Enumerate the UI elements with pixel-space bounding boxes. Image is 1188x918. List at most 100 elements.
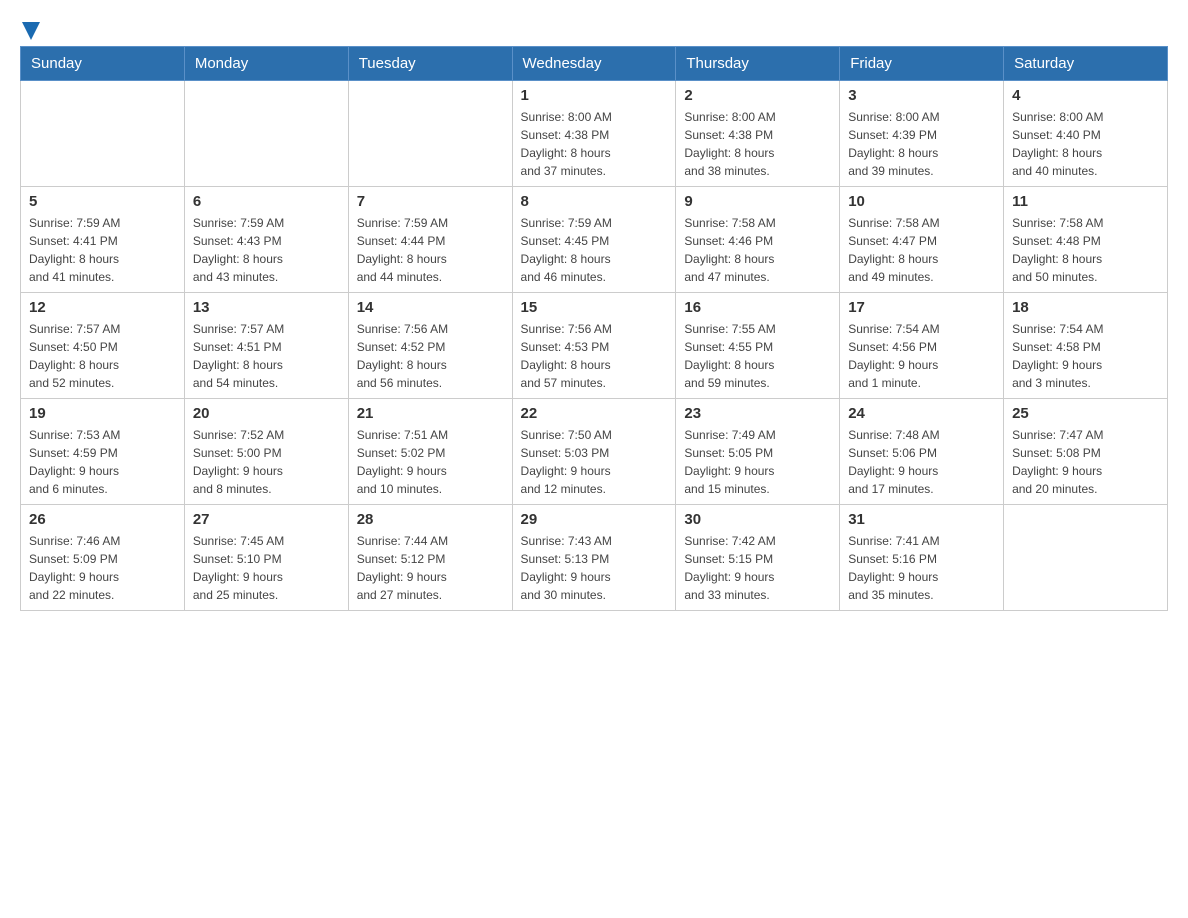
day-of-week-header: Saturday bbox=[1004, 47, 1168, 81]
day-info: Sunrise: 7:41 AM Sunset: 5:16 PM Dayligh… bbox=[848, 532, 995, 604]
day-info: Sunrise: 7:57 AM Sunset: 4:51 PM Dayligh… bbox=[193, 320, 340, 392]
calendar-week-row: 26 Sunrise: 7:46 AM Sunset: 5:09 PM Dayli… bbox=[21, 505, 1168, 611]
calendar-cell: 26 Sunrise: 7:46 AM Sunset: 5:09 PM Dayli… bbox=[21, 505, 185, 611]
calendar-week-row: 12 Sunrise: 7:57 AM Sunset: 4:50 PM Dayli… bbox=[21, 293, 1168, 399]
day-number: 27 bbox=[193, 511, 340, 528]
calendar-cell bbox=[1004, 505, 1168, 611]
day-info: Sunrise: 7:49 AM Sunset: 5:05 PM Dayligh… bbox=[684, 426, 831, 498]
day-number: 14 bbox=[357, 299, 504, 316]
day-number: 8 bbox=[521, 193, 668, 210]
calendar-cell: 24 Sunrise: 7:48 AM Sunset: 5:06 PM Dayli… bbox=[840, 399, 1004, 505]
day-info: Sunrise: 8:00 AM Sunset: 4:38 PM Dayligh… bbox=[684, 108, 831, 180]
day-info: Sunrise: 7:58 AM Sunset: 4:47 PM Dayligh… bbox=[848, 214, 995, 286]
calendar-cell: 18Sunrise: 7:54 AM Sunset: 4:58 PM Dayli… bbox=[1004, 293, 1168, 399]
day-number: 1 bbox=[521, 87, 668, 104]
day-number: 13 bbox=[193, 299, 340, 316]
day-info: Sunrise: 7:58 AM Sunset: 4:46 PM Dayligh… bbox=[684, 214, 831, 286]
day-of-week-header: Friday bbox=[840, 47, 1004, 81]
calendar-week-row: 1 Sunrise: 8:00 AM Sunset: 4:38 PM Daylig… bbox=[21, 81, 1168, 187]
day-number: 31 bbox=[848, 511, 995, 528]
day-info: Sunrise: 7:54 AM Sunset: 4:56 PM Dayligh… bbox=[848, 320, 995, 392]
day-number: 6 bbox=[193, 193, 340, 210]
day-number: 2 bbox=[684, 87, 831, 104]
day-info: Sunrise: 7:59 AM Sunset: 4:45 PM Dayligh… bbox=[521, 214, 668, 286]
day-info: Sunrise: 7:45 AM Sunset: 5:10 PM Dayligh… bbox=[193, 532, 340, 604]
calendar-cell: 14 Sunrise: 7:56 AM Sunset: 4:52 PM Dayli… bbox=[348, 293, 512, 399]
calendar-cell: 15 Sunrise: 7:56 AM Sunset: 4:53 PM Dayli… bbox=[512, 293, 676, 399]
calendar-cell: 8 Sunrise: 7:59 AM Sunset: 4:45 PM Daylig… bbox=[512, 187, 676, 293]
calendar-cell: 21 Sunrise: 7:51 AM Sunset: 5:02 PM Dayli… bbox=[348, 399, 512, 505]
day-info: Sunrise: 7:59 AM Sunset: 4:41 PM Dayligh… bbox=[29, 214, 176, 286]
day-info: Sunrise: 7:56 AM Sunset: 4:52 PM Dayligh… bbox=[357, 320, 504, 392]
day-number: 28 bbox=[357, 511, 504, 528]
calendar-cell bbox=[184, 81, 348, 187]
day-info: Sunrise: 8:00 AM Sunset: 4:40 PM Dayligh… bbox=[1012, 108, 1159, 180]
day-number: 15 bbox=[521, 299, 668, 316]
calendar-cell: 17 Sunrise: 7:54 AM Sunset: 4:56 PM Dayli… bbox=[840, 293, 1004, 399]
calendar-cell: 31 Sunrise: 7:41 AM Sunset: 5:16 PM Dayli… bbox=[840, 505, 1004, 611]
day-number: 5 bbox=[29, 193, 176, 210]
day-info: Sunrise: 7:53 AM Sunset: 4:59 PM Dayligh… bbox=[29, 426, 176, 498]
calendar-cell: 9 Sunrise: 7:58 AM Sunset: 4:46 PM Daylig… bbox=[676, 187, 840, 293]
day-info: Sunrise: 7:46 AM Sunset: 5:09 PM Dayligh… bbox=[29, 532, 176, 604]
day-number: 19 bbox=[29, 405, 176, 422]
calendar-cell: 4 Sunrise: 8:00 AM Sunset: 4:40 PM Daylig… bbox=[1004, 81, 1168, 187]
day-of-week-header: Monday bbox=[184, 47, 348, 81]
day-info: Sunrise: 7:44 AM Sunset: 5:12 PM Dayligh… bbox=[357, 532, 504, 604]
calendar-cell: 13 Sunrise: 7:57 AM Sunset: 4:51 PM Dayli… bbox=[184, 293, 348, 399]
day-number: 21 bbox=[357, 405, 504, 422]
day-number: 12 bbox=[29, 299, 176, 316]
calendar-week-row: 5 Sunrise: 7:59 AM Sunset: 4:41 PM Daylig… bbox=[21, 187, 1168, 293]
day-of-week-header: Sunday bbox=[21, 47, 185, 81]
day-number: 4 bbox=[1012, 87, 1159, 104]
calendar-cell: 2 Sunrise: 8:00 AM Sunset: 4:38 PM Daylig… bbox=[676, 81, 840, 187]
day-info: Sunrise: 7:48 AM Sunset: 5:06 PM Dayligh… bbox=[848, 426, 995, 498]
day-number: 7 bbox=[357, 193, 504, 210]
calendar-cell: 7Sunrise: 7:59 AM Sunset: 4:44 PM Daylig… bbox=[348, 187, 512, 293]
calendar-cell: 10 Sunrise: 7:58 AM Sunset: 4:47 PM Dayli… bbox=[840, 187, 1004, 293]
day-number: 26 bbox=[29, 511, 176, 528]
day-number: 29 bbox=[521, 511, 668, 528]
page-header bbox=[20, 20, 1168, 36]
calendar-cell: 29 Sunrise: 7:43 AM Sunset: 5:13 PM Dayli… bbox=[512, 505, 676, 611]
day-of-week-header: Tuesday bbox=[348, 47, 512, 81]
day-info: Sunrise: 7:50 AM Sunset: 5:03 PM Dayligh… bbox=[521, 426, 668, 498]
calendar-cell: 20Sunrise: 7:52 AM Sunset: 5:00 PM Dayli… bbox=[184, 399, 348, 505]
calendar-cell: 12 Sunrise: 7:57 AM Sunset: 4:50 PM Dayli… bbox=[21, 293, 185, 399]
day-of-week-header: Thursday bbox=[676, 47, 840, 81]
calendar-cell: 1 Sunrise: 8:00 AM Sunset: 4:38 PM Daylig… bbox=[512, 81, 676, 187]
day-info: Sunrise: 7:43 AM Sunset: 5:13 PM Dayligh… bbox=[521, 532, 668, 604]
day-of-week-header: Wednesday bbox=[512, 47, 676, 81]
day-info: Sunrise: 8:00 AM Sunset: 4:38 PM Dayligh… bbox=[521, 108, 668, 180]
day-info: Sunrise: 7:55 AM Sunset: 4:55 PM Dayligh… bbox=[684, 320, 831, 392]
day-number: 3 bbox=[848, 87, 995, 104]
calendar-week-row: 19 Sunrise: 7:53 AM Sunset: 4:59 PM Dayli… bbox=[21, 399, 1168, 505]
day-number: 9 bbox=[684, 193, 831, 210]
day-number: 17 bbox=[848, 299, 995, 316]
calendar-cell: 23 Sunrise: 7:49 AM Sunset: 5:05 PM Dayli… bbox=[676, 399, 840, 505]
day-info: Sunrise: 7:42 AM Sunset: 5:15 PM Dayligh… bbox=[684, 532, 831, 604]
day-info: Sunrise: 7:51 AM Sunset: 5:02 PM Dayligh… bbox=[357, 426, 504, 498]
day-info: Sunrise: 7:47 AM Sunset: 5:08 PM Dayligh… bbox=[1012, 426, 1159, 498]
calendar-cell bbox=[348, 81, 512, 187]
day-number: 24 bbox=[848, 405, 995, 422]
day-info: Sunrise: 7:57 AM Sunset: 4:50 PM Dayligh… bbox=[29, 320, 176, 392]
day-info: Sunrise: 8:00 AM Sunset: 4:39 PM Dayligh… bbox=[848, 108, 995, 180]
calendar-cell bbox=[21, 81, 185, 187]
calendar-cell: 16Sunrise: 7:55 AM Sunset: 4:55 PM Dayli… bbox=[676, 293, 840, 399]
calendar-cell: 11Sunrise: 7:58 AM Sunset: 4:48 PM Dayli… bbox=[1004, 187, 1168, 293]
calendar-table: SundayMondayTuesdayWednesdayThursdayFrid… bbox=[20, 46, 1168, 611]
calendar-cell: 25Sunrise: 7:47 AM Sunset: 5:08 PM Dayli… bbox=[1004, 399, 1168, 505]
day-info: Sunrise: 7:54 AM Sunset: 4:58 PM Dayligh… bbox=[1012, 320, 1159, 392]
calendar-cell: 5 Sunrise: 7:59 AM Sunset: 4:41 PM Daylig… bbox=[21, 187, 185, 293]
calendar-cell: 27 Sunrise: 7:45 AM Sunset: 5:10 PM Dayli… bbox=[184, 505, 348, 611]
logo bbox=[20, 20, 40, 36]
day-info: Sunrise: 7:58 AM Sunset: 4:48 PM Dayligh… bbox=[1012, 214, 1159, 286]
day-number: 23 bbox=[684, 405, 831, 422]
day-info: Sunrise: 7:56 AM Sunset: 4:53 PM Dayligh… bbox=[521, 320, 668, 392]
day-info: Sunrise: 7:59 AM Sunset: 4:43 PM Dayligh… bbox=[193, 214, 340, 286]
calendar-header-row: SundayMondayTuesdayWednesdayThursdayFrid… bbox=[21, 47, 1168, 81]
day-number: 10 bbox=[848, 193, 995, 210]
day-info: Sunrise: 7:52 AM Sunset: 5:00 PM Dayligh… bbox=[193, 426, 340, 498]
day-number: 22 bbox=[521, 405, 668, 422]
